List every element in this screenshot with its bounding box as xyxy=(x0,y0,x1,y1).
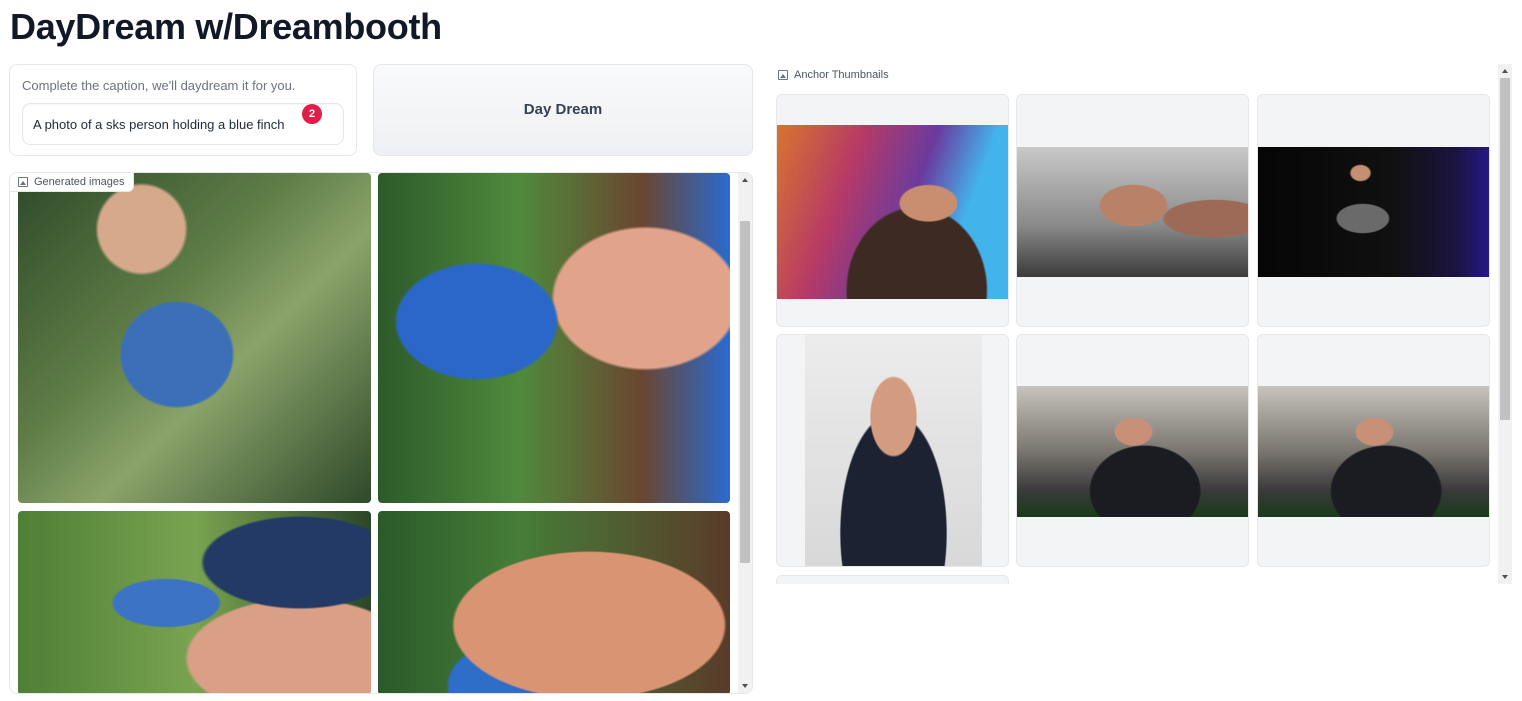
generated-images-scrollbar[interactable] xyxy=(738,173,752,693)
generated-images-gallery: Generated images xyxy=(9,172,753,694)
generated-image-2[interactable] xyxy=(378,173,730,503)
day-dream-button[interactable]: Day Dream xyxy=(373,64,753,156)
notification-badge: 2 xyxy=(302,104,322,124)
anchor-thumbnails-label: Anchor Thumbnails xyxy=(794,69,889,81)
anchor-image xyxy=(1017,147,1248,277)
anchor-thumbnails-gallery xyxy=(776,94,1498,584)
anchor-thumbnail-4[interactable] xyxy=(776,334,1009,567)
anchor-image xyxy=(777,125,1008,299)
caption-input[interactable]: A photo of a sks person holding a blue f… xyxy=(22,103,344,145)
anchor-thumbnails-scrollbar[interactable] xyxy=(1498,64,1512,584)
scroll-down-arrow-icon[interactable] xyxy=(742,684,748,688)
generated-images-label-container: Generated images xyxy=(10,173,134,192)
anchor-image xyxy=(1017,386,1248,517)
scroll-up-arrow-icon[interactable] xyxy=(1502,69,1508,73)
image-icon xyxy=(18,177,28,187)
anchor-thumbnails-label-container: Anchor Thumbnails xyxy=(770,66,897,84)
anchor-thumbnail-7[interactable] xyxy=(776,575,1009,584)
anchor-thumbnail-2[interactable] xyxy=(1016,94,1249,327)
generated-image-1[interactable] xyxy=(18,173,371,503)
scroll-down-arrow-icon[interactable] xyxy=(1502,575,1508,579)
anchor-image xyxy=(1258,386,1489,517)
generated-image-3[interactable] xyxy=(18,511,371,693)
anchor-thumbnail-5[interactable] xyxy=(1016,334,1249,567)
anchor-image xyxy=(1258,147,1489,277)
scroll-up-arrow-icon[interactable] xyxy=(742,178,748,182)
generated-images-label: Generated images xyxy=(34,176,125,188)
page-title: DayDream w/Dreambooth xyxy=(10,6,442,47)
generated-image-4[interactable] xyxy=(378,511,730,693)
caption-label: Complete the caption, we'll daydream it … xyxy=(22,78,296,93)
scrollbar-thumb[interactable] xyxy=(740,221,750,563)
image-icon xyxy=(778,70,788,80)
anchor-thumbnail-3[interactable] xyxy=(1257,94,1490,327)
anchor-image xyxy=(805,335,982,566)
anchor-thumbnail-6[interactable] xyxy=(1257,334,1490,567)
scrollbar-thumb[interactable] xyxy=(1500,78,1510,420)
anchor-thumbnail-1[interactable] xyxy=(776,94,1009,327)
